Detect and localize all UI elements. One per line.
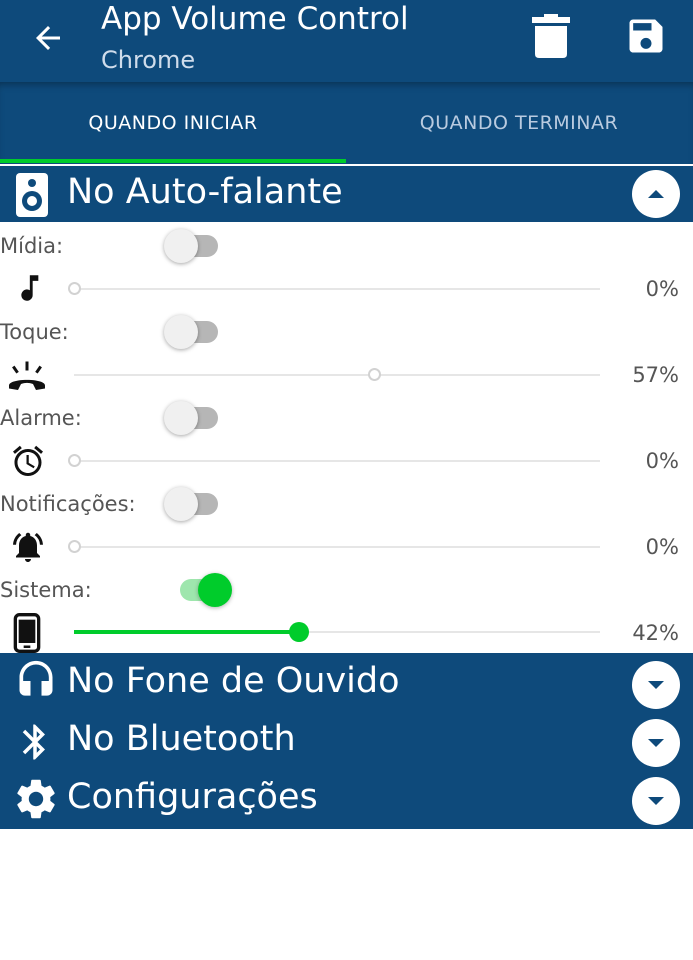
bell-ring-icon [13,532,43,562]
media-label: Mídia: [0,234,64,258]
section-settings[interactable]: Configurações [0,771,693,829]
ringtone-slider-thumb[interactable] [368,368,381,381]
expand-settings-button[interactable] [632,777,680,825]
tab-quando-terminar[interactable]: QUANDO TERMINAR [346,82,692,164]
tab-active-indicator [0,159,346,163]
media-slider-thumb[interactable] [68,282,81,295]
alarm-clock-icon [13,445,43,476]
collapse-button[interactable] [632,170,680,218]
ringtone-label: Toque: [0,320,69,344]
notifications-value: 0% [645,535,679,559]
system-slider-fill [74,630,300,634]
alarm-slider-thumb[interactable] [68,454,81,467]
floppy-save-icon[interactable] [624,14,668,58]
system-label: Sistema: [0,578,92,602]
ringtone-slider[interactable] [74,374,600,376]
gear-icon [17,779,55,819]
ringtone-value: 57% [632,363,679,387]
system-value: 42% [632,621,679,645]
music-note-icon [21,275,39,301]
collapsed-sections: No Fone de Ouvido No Bluetooth Configura… [0,653,693,829]
app-subtitle: Chrome [101,46,196,74]
chevron-down-icon [648,739,664,747]
system-slider-thumb[interactable] [289,622,309,642]
app-title: App Volume Control [101,1,409,37]
tab-quando-iniciar[interactable]: QUANDO INICIAR [0,82,346,164]
speaker-icon [16,173,48,217]
headphones-icon [19,660,53,696]
media-slider[interactable] [74,288,600,290]
media-value: 0% [645,277,679,301]
bluetooth-icon [22,724,45,760]
section-settings-label: Configurações [67,777,318,817]
expand-headphones-button[interactable] [632,661,680,709]
section-headphones-label: No Fone de Ouvido [67,661,400,701]
notifications-slider[interactable] [74,546,600,548]
tab-bar: QUANDO INICIAR QUANDO TERMINAR [0,82,693,164]
section-headphones[interactable]: No Fone de Ouvido [0,653,693,713]
alarm-label: Alarme: [0,406,82,430]
section-speaker-header[interactable]: No Auto-falante [0,166,693,222]
chevron-up-icon [648,190,664,198]
notifications-slider-thumb[interactable] [68,540,81,553]
expand-bluetooth-button[interactable] [632,719,680,767]
section-bluetooth[interactable]: No Bluetooth [0,713,693,771]
section-speaker-label: No Auto-falante [67,172,343,212]
arrow-back-icon[interactable] [30,20,66,56]
ringing-phone-icon [9,361,45,390]
chevron-down-icon [648,797,664,805]
trash-icon[interactable] [532,14,570,58]
app-bar: App Volume Control Chrome [0,0,693,82]
alarm-slider[interactable] [74,460,600,462]
alarm-value: 0% [645,449,679,473]
phone-device-icon [13,613,41,653]
notifications-label: Notificações: [0,492,136,516]
chevron-down-icon [648,681,664,689]
section-bluetooth-label: No Bluetooth [67,719,296,759]
